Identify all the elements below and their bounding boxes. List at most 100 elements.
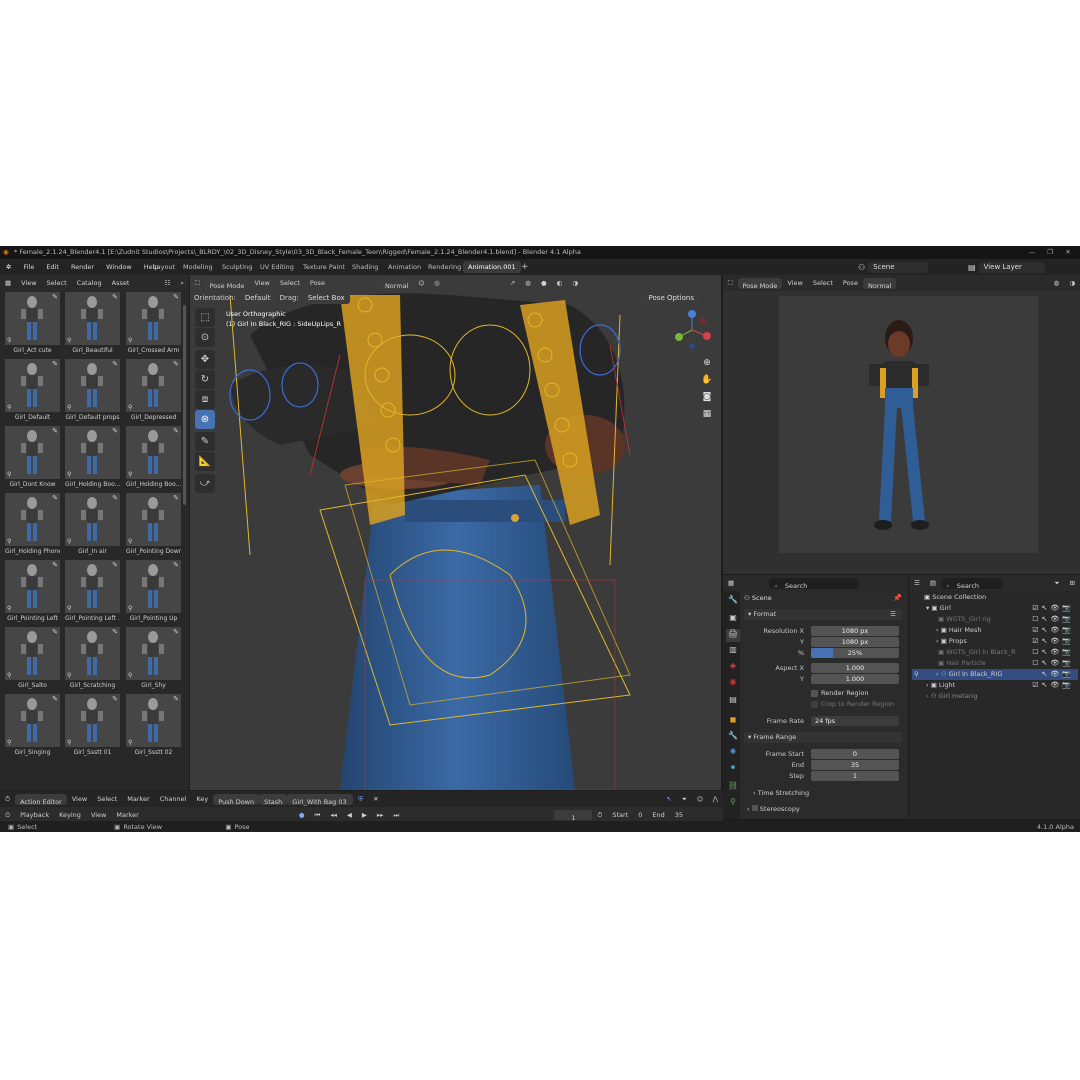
asset-thumbnail[interactable]: ✎ ⚲ Girl_Holding Boo... (126, 426, 181, 488)
view-layer-tab-icon[interactable]: ▥ (726, 645, 740, 658)
viewport-menu-select[interactable]: Select (275, 275, 305, 291)
expand-arrow-icon[interactable]: › (936, 637, 939, 645)
display-mode-icon[interactable]: ☷ (160, 275, 176, 291)
scene-tab-icon[interactable]: ◈ (726, 661, 740, 674)
asset-edit-icon[interactable]: ✎ (52, 628, 58, 636)
asset-menu-view[interactable]: View (16, 275, 41, 291)
tab-texture-paint[interactable]: Texture Paint (298, 261, 350, 273)
output-tab-icon[interactable]: 🖨 (726, 629, 740, 642)
asset-edit-icon[interactable]: ✎ (173, 628, 179, 636)
object-tab-icon[interactable]: ◼ (726, 715, 740, 728)
preview-menu-view[interactable]: View (782, 275, 807, 291)
select-tool-icon[interactable]: ⬚ (195, 308, 215, 327)
asset-menu-catalog[interactable]: Catalog (72, 275, 107, 291)
crop-region-toggle[interactable]: Crop to Render Region (811, 700, 894, 708)
asset-thumbnail[interactable]: ✎ ⚲ Girl_Pointing Left (5, 560, 60, 622)
expand-arrow-icon[interactable]: › (936, 626, 939, 634)
aspect-x-field[interactable]: 1.000 (811, 663, 899, 673)
move-tool-icon[interactable]: ✥ (195, 350, 215, 369)
asset-edit-icon[interactable]: ✎ (52, 360, 58, 368)
unlink-action-icon[interactable]: ✕ (368, 791, 383, 807)
render-region-checkbox[interactable] (811, 689, 818, 697)
asset-thumbnail[interactable]: ✎ ⚲ Girl_Default (5, 359, 60, 421)
stash-button[interactable]: Stash (259, 793, 288, 806)
orientation-select[interactable]: Default (239, 292, 276, 304)
asset-thumbnail[interactable]: ✎ ⚲ Girl_Shy (126, 627, 181, 689)
row-visibility-icons[interactable]: ☐↖👁📷 (1032, 614, 1074, 625)
display-mode-icon[interactable]: ▤ (925, 575, 941, 591)
snap-icon[interactable]: ⌬ (692, 791, 708, 807)
row-visibility-icons[interactable]: ☑↖👁📷 (1032, 625, 1074, 636)
frame-rate-select[interactable]: 24 fps (811, 716, 899, 726)
world-tab-icon[interactable]: ◉ (726, 677, 740, 690)
viewport-editor-icon[interactable]: ⛶ (190, 275, 205, 291)
row-visibility-icons[interactable]: ☐↖👁📷 (1032, 658, 1074, 669)
asset-edit-icon[interactable]: ✎ (173, 494, 179, 502)
tab-sculpting[interactable]: Sculpting (217, 261, 257, 273)
add-workspace-button[interactable]: + (516, 261, 534, 273)
asset-menu-asset[interactable]: Asset (107, 275, 135, 291)
view-layer-selector[interactable]: ▤ View Layer (968, 261, 1045, 273)
row-visibility-icons[interactable]: ☑↖👁📷 (1032, 680, 1074, 691)
outliner-row-wgts-girl-in-black[interactable]: ▣ WGTS_Girl In Black_R ☐↖👁📷 (912, 647, 1078, 658)
filter-icon[interactable]: ⏷ (677, 791, 692, 807)
asset-edit-icon[interactable]: ✎ (112, 494, 118, 502)
close-button[interactable]: ✕ (1060, 246, 1076, 259)
asset-thumbnail[interactable]: ✎ ⚲ Girl_Dont Know (5, 426, 60, 488)
preview-shading-icon[interactable]: ◑ (1064, 275, 1080, 291)
asset-edit-icon[interactable]: ✎ (112, 561, 118, 569)
scale-tool-icon[interactable]: ⧈ (195, 390, 215, 409)
action-editor-type-icon[interactable]: ⏱ (0, 791, 15, 807)
asset-edit-icon[interactable]: ✎ (173, 695, 179, 703)
frame-range-panel-header[interactable]: ▾ Frame Range (744, 732, 902, 743)
properties-editor-icon[interactable]: ▦ (723, 575, 739, 591)
expand-arrow-icon[interactable]: › (926, 692, 929, 700)
tab-modeling[interactable]: Modeling (178, 261, 218, 273)
frame-start-field[interactable]: 0 (811, 749, 899, 759)
grid-view-icon[interactable]: ▦ (699, 406, 715, 423)
particles-tab-icon[interactable]: ✺ (726, 747, 740, 760)
drag-select[interactable]: Select Box (302, 292, 350, 304)
tab-layout[interactable]: Layout (148, 261, 180, 273)
main-3d-viewport[interactable]: ⛶ Pose Mode View Select Pose Normal ⌬ ◎ … (190, 275, 721, 790)
fake-user-icon[interactable]: ⛨ (353, 791, 368, 807)
pose-options-button[interactable]: Pose Options (643, 292, 699, 304)
outliner-row-wgts-girl-rig[interactable]: ▣ WGTS_Girl rig ☐↖👁📷 (912, 614, 1078, 625)
aspect-y-field[interactable]: 1.000 (811, 674, 899, 684)
data-tab-icon[interactable]: ⚲ (726, 797, 740, 810)
row-visibility-icons[interactable]: ☑↖👁📷 (1032, 636, 1074, 647)
preview-viewport[interactable]: ⛶ Pose Mode View Select Pose Normal ◍ ◑ (723, 275, 1080, 574)
shading-render-icon[interactable]: ◑ (567, 275, 583, 291)
asset-thumbnail[interactable]: ✎ ⚲ Girl_Salto (5, 627, 60, 689)
resolution-percent-slider[interactable]: 25% (811, 648, 899, 658)
crop-region-checkbox[interactable] (811, 700, 818, 708)
asset-thumbnail[interactable]: ✎ ⚲ Girl_In air (65, 493, 120, 555)
preview-overlay-icon[interactable]: ◍ (1049, 275, 1065, 291)
action-menu-select[interactable]: Select (92, 791, 122, 807)
asset-thumbnail[interactable]: ✎ ⚲ Girl_Scratching (65, 627, 120, 689)
preview-pivot-select[interactable]: Normal (862, 277, 897, 290)
asset-edit-icon[interactable]: ✎ (173, 293, 179, 301)
pin-icon[interactable]: 📌 (893, 594, 902, 602)
asset-edit-icon[interactable]: ✎ (112, 628, 118, 636)
asset-thumbnail[interactable]: ✎ ⚲ Girl_Holding Boo... (65, 426, 120, 488)
shading-solid-icon[interactable]: ● (536, 275, 552, 291)
asset-scrollbar[interactable] (183, 305, 186, 505)
asset-edit-icon[interactable]: ✎ (52, 427, 58, 435)
menu-edit[interactable]: Edit (40, 259, 65, 275)
expand-arrow-icon[interactable]: › (926, 681, 929, 689)
asset-edit-icon[interactable]: ✎ (173, 360, 179, 368)
modifier-tab-icon[interactable]: 🔧 (726, 731, 740, 744)
shading-material-icon[interactable]: ◐ (552, 275, 568, 291)
outliner-search-input[interactable]: ⌕ Search (940, 577, 1003, 590)
push-down-button[interactable]: Push Down (213, 793, 260, 806)
time-stretching-panel[interactable]: › Time Stretching (753, 789, 809, 797)
asset-thumbnail[interactable]: ✎ ⚲ Girl_Ssstt 01 (65, 694, 120, 756)
collection-tab-icon[interactable]: ▤ (726, 695, 740, 708)
row-visibility-icons[interactable]: ↖👁📷 (1042, 669, 1074, 680)
presets-icon[interactable]: ☰ (890, 609, 896, 620)
asset-edit-icon[interactable]: ✎ (112, 293, 118, 301)
menu-window[interactable]: Window (100, 259, 138, 275)
minimize-button[interactable]: — (1024, 246, 1040, 259)
measure-tool-icon[interactable]: 📐 (195, 452, 215, 471)
